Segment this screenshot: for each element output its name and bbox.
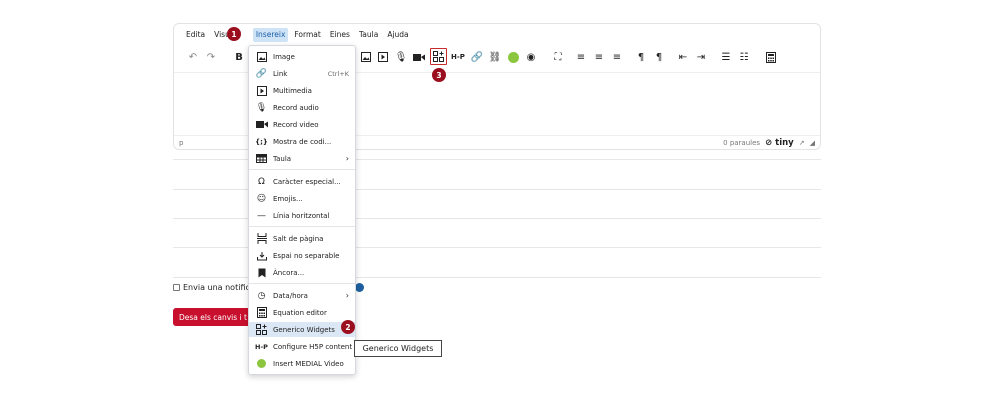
media-icon[interactable] <box>376 49 390 65</box>
fullscreen-icon[interactable]: ⛶ <box>551 49 565 65</box>
microphone-icon[interactable]: 🎙 <box>394 49 408 65</box>
clock-icon: ◷ <box>257 290 266 301</box>
horizontal-line-icon: — <box>257 210 266 221</box>
align-right-icon[interactable]: ≡ <box>610 49 624 65</box>
microphone-icon: 🎙 <box>255 102 268 113</box>
indent-icon[interactable]: ⇥ <box>694 49 708 65</box>
menu-item-nbsp[interactable]: Espai no separable <box>249 248 355 263</box>
calculator-icon <box>255 307 268 318</box>
ltr-icon[interactable]: ¶ <box>634 49 648 65</box>
widgets-icon <box>255 324 268 335</box>
widgets-icon[interactable] <box>430 48 447 65</box>
numbered-list-icon[interactable]: ☷ <box>737 49 751 65</box>
menu-item-anchor[interactable]: Àncora... <box>249 265 355 280</box>
menu-item-emojis[interactable]: ☺ Emojis... <box>249 191 355 206</box>
link-shortcut: Ctrl+K <box>327 69 349 78</box>
medial-icon <box>255 359 268 368</box>
redo-icon[interactable]: ↷ <box>204 49 218 65</box>
smiley-icon: ☺ <box>256 193 267 204</box>
media-icon <box>255 85 268 96</box>
element-path[interactable]: p <box>179 139 183 147</box>
menu-item-generico-widgets[interactable]: Generico Widgets <box>249 322 355 337</box>
h5p-icon[interactable]: H-P <box>451 49 465 65</box>
menu-edit[interactable]: Edita <box>183 28 208 42</box>
bookmark-icon <box>255 268 268 278</box>
info-icon[interactable] <box>355 283 364 292</box>
menu-item-h5p[interactable]: H-P Configure H5P content <box>249 339 355 354</box>
step-badge-2: 2 <box>341 320 355 334</box>
insert-menu-dropdown: Image 🔗 Link Ctrl+K Multimedia 🎙 Record … <box>248 45 356 375</box>
eye-icon[interactable]: ◉ <box>524 49 538 65</box>
editor-menubar: Edita Visu Insereix Format Eines Taula A… <box>174 28 412 42</box>
menu-item-special-char[interactable]: Ω Caràcter especial... <box>249 174 355 189</box>
save-changes-button[interactable]: Desa els canvis i t <box>173 308 253 326</box>
menu-item-link[interactable]: 🔗 Link Ctrl+K <box>249 66 355 81</box>
menu-help[interactable]: Ajuda <box>384 28 411 42</box>
menu-item-table[interactable]: Taula › <box>249 151 355 166</box>
menu-item-image[interactable]: Image <box>249 49 355 64</box>
menu-item-record-audio[interactable]: 🎙 Record audio <box>249 100 355 115</box>
menu-separator <box>249 283 355 284</box>
step-badge-1: 1 <box>227 27 241 41</box>
menu-item-page-break[interactable]: Salt de pàgina <box>249 231 355 246</box>
menu-item-code-sample[interactable]: {;} Mostra de codi... <box>249 134 355 149</box>
align-center-icon[interactable]: ≡ <box>592 49 606 65</box>
code-braces-icon: {;} <box>255 137 268 146</box>
notify-label: Envia una notific <box>183 283 250 292</box>
resize-handle-icon[interactable]: ◢ <box>810 139 815 147</box>
menu-item-medial-video[interactable]: Insert MEDIAL Video <box>249 356 355 371</box>
link-icon: 🔗 <box>255 68 268 79</box>
chevron-right-icon: › <box>345 154 349 163</box>
undo-icon[interactable]: ↶ <box>186 49 200 65</box>
chevron-right-icon: › <box>345 291 349 300</box>
notify-option: Envia una notific <box>173 283 250 292</box>
unlink-icon[interactable]: ⛓ <box>488 49 502 65</box>
word-count[interactable]: 0 paraules <box>723 139 760 147</box>
medial-icon[interactable] <box>506 49 520 65</box>
menu-insert[interactable]: Insereix <box>252 28 289 42</box>
outdent-icon[interactable]: ⇤ <box>676 49 690 65</box>
step-badge-3: 3 <box>432 68 446 82</box>
menu-item-record-video[interactable]: Record video <box>249 117 355 132</box>
align-left-icon[interactable]: ≡ <box>574 49 588 65</box>
widgets-tooltip: Generico Widgets <box>354 340 442 357</box>
video-camera-icon <box>255 120 268 129</box>
menu-table[interactable]: Taula <box>356 28 381 42</box>
menu-separator <box>249 169 355 170</box>
menu-item-multimedia[interactable]: Multimedia <box>249 83 355 98</box>
omega-icon: Ω <box>258 176 265 187</box>
menu-separator <box>249 226 355 227</box>
image-icon <box>255 51 268 62</box>
menu-item-datetime[interactable]: ◷ Data/hora › <box>249 288 355 303</box>
external-link-icon: ↗ <box>798 138 805 147</box>
nbsp-icon <box>255 251 268 261</box>
rtl-icon[interactable]: ¶ <box>652 49 666 65</box>
menu-format[interactable]: Format <box>291 28 323 42</box>
tiny-logo-icon[interactable]: ⊘ tiny <box>765 138 794 148</box>
video-camera-icon[interactable] <box>412 49 426 65</box>
h5p-icon: H-P <box>255 342 268 351</box>
link-icon[interactable]: 🔗 <box>470 49 484 65</box>
image-icon[interactable] <box>359 49 373 65</box>
page-break-icon <box>255 233 268 244</box>
notify-checkbox[interactable] <box>173 284 180 291</box>
menu-tools[interactable]: Eines <box>327 28 353 42</box>
calculator-icon[interactable] <box>764 49 778 65</box>
bullet-list-icon[interactable]: ☰ <box>719 49 733 65</box>
bold-icon[interactable]: B <box>232 49 246 65</box>
table-icon <box>255 154 268 163</box>
menu-item-equation-editor[interactable]: Equation editor <box>249 305 355 320</box>
menu-item-horizontal-line[interactable]: — Línia horitzontal <box>249 208 355 223</box>
